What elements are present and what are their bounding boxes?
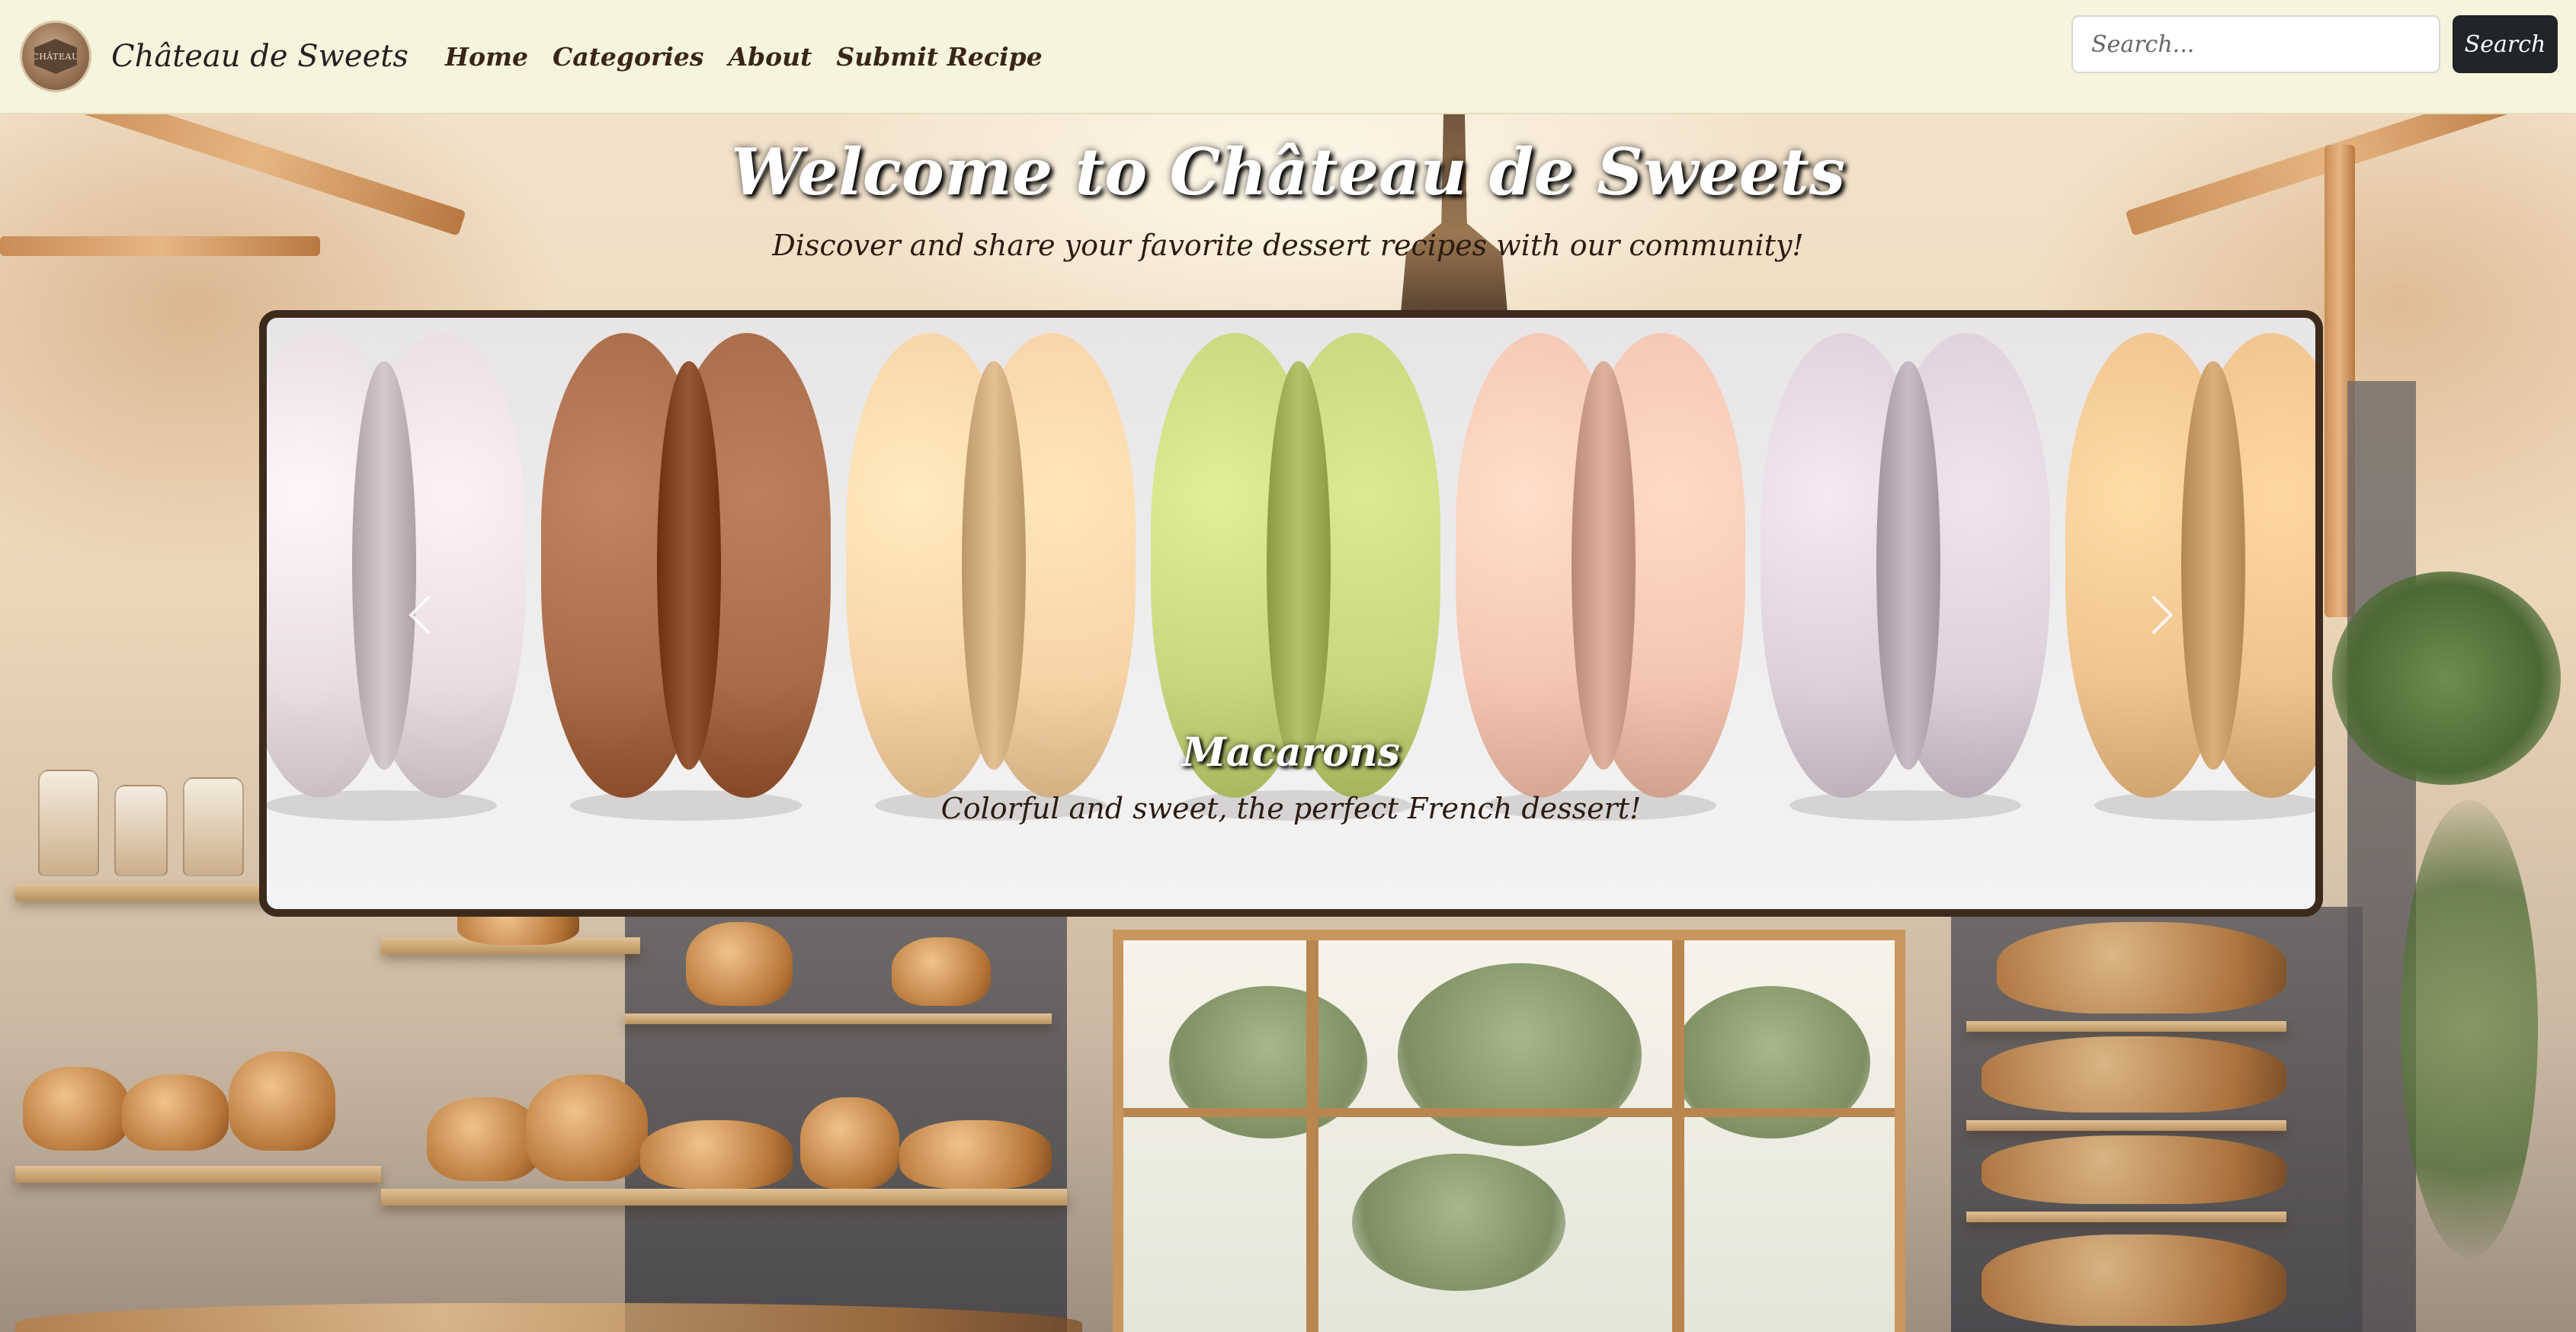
carousel-next-button[interactable] — [2134, 592, 2181, 638]
nav-links: Home Categories About Submit Recipe — [445, 42, 1043, 72]
macaron-filling — [1876, 360, 1940, 770]
logo-text: CHÂTEAU — [32, 51, 79, 62]
brand-link[interactable]: CHÂTEAU Château de Sweets — [20, 21, 409, 92]
hanging-plant — [2332, 572, 2561, 785]
window-mullion — [1306, 940, 1318, 1332]
nav-link-submit-recipe[interactable]: Submit Recipe — [836, 42, 1042, 72]
macaron — [1456, 333, 1745, 821]
logo-badge: CHÂTEAU — [34, 39, 77, 74]
shelf — [625, 1013, 1052, 1024]
hero-title: Welcome to Château de Sweets — [730, 134, 1846, 210]
hanging-plant — [2401, 800, 2538, 1257]
shelf — [381, 1189, 1067, 1206]
logo: CHÂTEAU — [20, 21, 91, 92]
pastry — [526, 1074, 648, 1181]
macaron-filling — [657, 360, 721, 770]
chevron-right-icon — [2134, 595, 2174, 635]
macaron-filling — [962, 360, 1026, 770]
pastry-row — [1982, 1234, 2286, 1326]
window-mullion — [1672, 940, 1684, 1332]
macaron — [846, 333, 1136, 821]
chevron-left-icon — [409, 595, 448, 635]
slide-caption-text: Colorful and sweet, the perfect French d… — [940, 792, 1642, 825]
pastry — [229, 1052, 335, 1151]
nav-link-home[interactable]: Home — [445, 42, 528, 72]
nav-link-categories[interactable]: Categories — [553, 42, 703, 72]
pastry — [23, 1067, 130, 1151]
jar — [114, 785, 168, 876]
window-tree — [1398, 963, 1642, 1146]
pastry — [427, 1097, 541, 1181]
macaron — [2065, 333, 2315, 821]
jar — [183, 777, 244, 876]
macaron-filling — [2181, 360, 2245, 770]
bakery-window — [1113, 930, 1905, 1332]
search-form: Search — [2071, 15, 2558, 73]
macaron — [541, 333, 831, 821]
shelf — [1966, 1212, 2286, 1222]
pastry — [122, 1074, 229, 1151]
pastry-row — [1982, 1036, 2286, 1113]
shelf — [15, 1166, 381, 1183]
macaron-filling — [1572, 360, 1636, 770]
carousel-prev-button[interactable] — [401, 592, 448, 638]
macaron — [1761, 333, 2050, 821]
macaron — [1151, 333, 1440, 821]
hero-subtitle: Discover and share your favorite dessert… — [772, 229, 1804, 262]
pastry-row — [1982, 1135, 2286, 1204]
macaron-filling — [1267, 360, 1331, 770]
brand-name: Château de Sweets — [111, 39, 409, 74]
navbar: CHÂTEAU Château de Sweets Home Categorie… — [0, 0, 2576, 114]
pastry-row — [1997, 922, 2286, 1013]
slide-caption-title: Macarons — [1182, 729, 1400, 776]
pastry — [899, 1120, 1052, 1189]
jar — [38, 770, 99, 876]
window-tree — [1352, 1154, 1565, 1291]
shelf — [1966, 1021, 2286, 1032]
shelf — [1966, 1120, 2286, 1131]
pastry — [892, 937, 991, 1006]
pastry — [686, 922, 793, 1006]
dessert-carousel: Macarons Colorful and sweet, the perfect… — [259, 310, 2323, 917]
search-input[interactable] — [2071, 15, 2440, 73]
search-button[interactable]: Search — [2453, 15, 2558, 73]
bakery-pillar — [2347, 381, 2416, 1332]
nav-link-about[interactable]: About — [728, 42, 812, 72]
pastry — [640, 1120, 793, 1189]
macaron — [267, 333, 526, 821]
macaron-filling — [352, 360, 416, 770]
pastry — [800, 1097, 899, 1189]
window-mullion — [1123, 1108, 1895, 1117]
